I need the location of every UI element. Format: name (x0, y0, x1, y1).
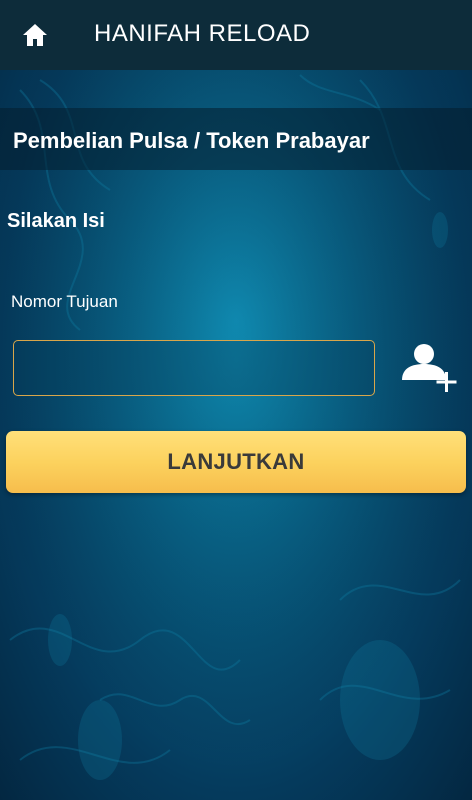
pick-contact-button[interactable] (400, 340, 464, 396)
destination-number-field-container (13, 340, 375, 396)
form-prompt: Silakan Isi (7, 210, 105, 232)
continue-button-label: LANJUTKAN (167, 449, 305, 474)
home-button[interactable] (14, 15, 56, 55)
add-contact-icon (402, 344, 457, 392)
home-icon (23, 24, 47, 46)
page-title: Pembelian Pulsa / Token Prabayar (13, 128, 370, 153)
destination-number-input[interactable] (14, 341, 374, 395)
app-bar: HANIFAH RELOAD (0, 0, 472, 70)
app-title: HANIFAH RELOAD (94, 20, 311, 47)
continue-button[interactable]: LANJUTKAN (6, 431, 466, 493)
destination-number-label: Nomor Tujuan (11, 292, 118, 311)
